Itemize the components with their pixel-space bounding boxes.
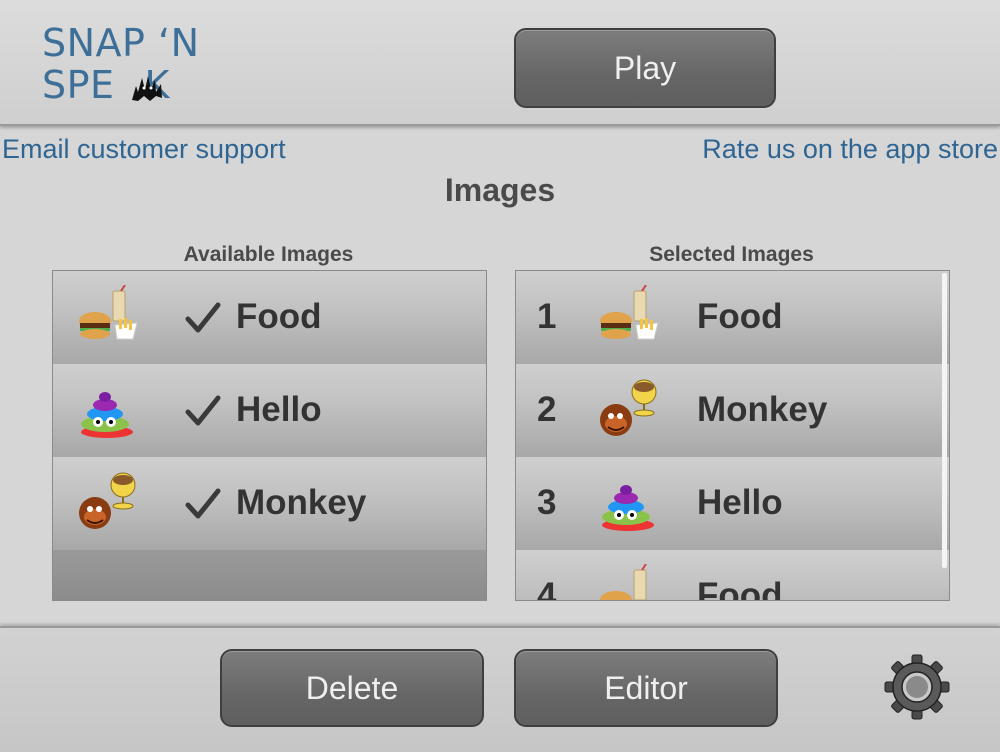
- top-bar: SNAP ‘N SPE K Play: [0, 0, 1000, 126]
- rainbow-poop-icon: [81, 392, 133, 438]
- logo-mascot-icon: [132, 76, 162, 101]
- item-label: Hello: [236, 390, 322, 429]
- monkey-icon: [600, 379, 657, 436]
- available-images-list[interactable]: Food Hello Monkey: [52, 270, 487, 601]
- item-label: Food: [697, 576, 783, 601]
- delete-button[interactable]: Delete: [220, 649, 484, 727]
- rainbow-poop-icon: [602, 485, 654, 531]
- checkmark-icon: [185, 302, 221, 333]
- selected-item[interactable]: 1 Food: [516, 271, 949, 364]
- selected-images-list[interactable]: 1 Food 2 Monkey 3 Hello 4 Food: [515, 270, 950, 601]
- logo-line-2: SPE K: [42, 64, 212, 106]
- gear-icon[interactable]: [882, 654, 952, 720]
- item-label: Hello: [697, 483, 783, 522]
- item-label: Monkey: [697, 390, 828, 429]
- available-item-food[interactable]: Food: [53, 271, 486, 364]
- item-label: Food: [236, 297, 322, 336]
- item-number: 4: [537, 576, 557, 601]
- list-empty-area: [53, 550, 486, 600]
- food-icon: [79, 285, 138, 340]
- available-images-heading: Available Images: [183, 243, 354, 266]
- selected-item[interactable]: 2 Monkey: [516, 364, 949, 457]
- food-icon: [600, 285, 659, 340]
- item-label: Monkey: [236, 483, 367, 522]
- item-label: Food: [697, 297, 783, 336]
- rate-app-link[interactable]: Rate us on the app store: [702, 134, 998, 165]
- selected-images-heading: Selected Images: [649, 243, 814, 266]
- food-icon: [600, 564, 647, 600]
- selected-item[interactable]: 3 Hello: [516, 457, 949, 550]
- item-number: 2: [537, 390, 557, 429]
- available-item-hello[interactable]: Hello: [53, 364, 486, 457]
- logo-line-2-start: SPE: [42, 63, 115, 107]
- editor-button[interactable]: Editor: [514, 649, 778, 727]
- monkey-icon: [79, 472, 136, 529]
- list-scrollbar[interactable]: [942, 273, 947, 568]
- email-support-link[interactable]: Email customer support: [2, 134, 286, 165]
- item-number: 1: [537, 297, 557, 336]
- logo-line-1: SNAP ‘N: [42, 21, 200, 65]
- bottom-bar: Delete Editor: [0, 626, 1000, 752]
- checkmark-icon: [185, 488, 221, 519]
- play-button[interactable]: Play: [514, 28, 776, 108]
- selected-item[interactable]: 4 Food: [516, 550, 949, 601]
- available-item-monkey[interactable]: Monkey: [53, 457, 486, 550]
- item-number: 3: [537, 483, 557, 522]
- page-title: Images: [444, 172, 556, 208]
- app-logo: SNAP ‘N SPE K: [42, 22, 212, 112]
- checkmark-icon: [185, 395, 221, 426]
